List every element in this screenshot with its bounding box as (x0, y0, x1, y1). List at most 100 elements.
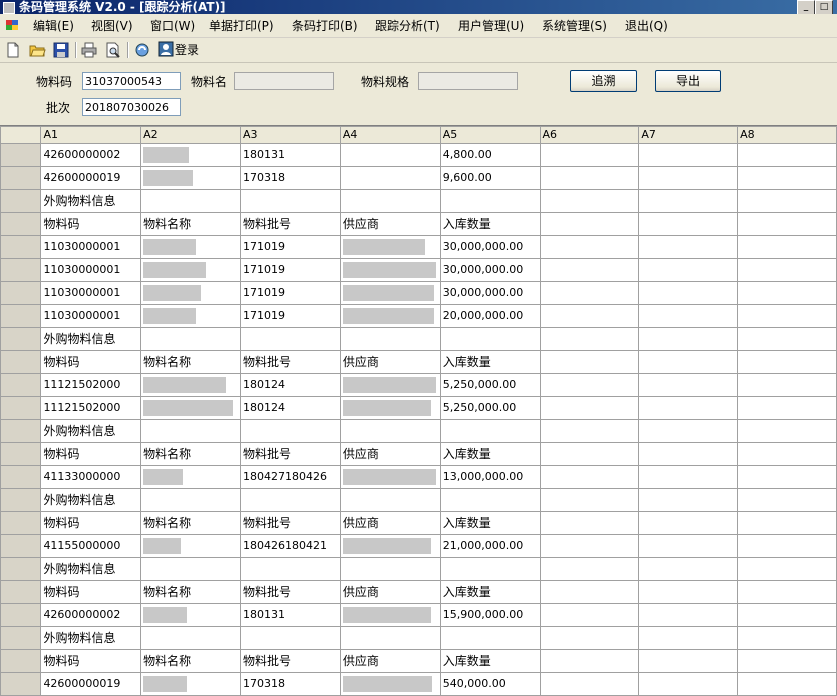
cell-a5[interactable] (439, 488, 541, 512)
cell-a5[interactable]: 入库数量 (439, 580, 541, 604)
cell-a4[interactable] (339, 557, 441, 581)
cell-a6[interactable] (539, 488, 640, 512)
table-row[interactable]: 42600000002 180131 4,800.00 (0, 143, 837, 167)
table-row[interactable]: 42600000019 170318 540,000.00 (0, 672, 837, 696)
cell-a4[interactable]: 供应商 (339, 350, 441, 374)
cell-a1[interactable]: 42600000002 (40, 603, 142, 627)
cell-a3[interactable]: 180427180426 (240, 465, 341, 489)
grid-corner-cell[interactable] (0, 126, 42, 144)
cell-a4[interactable] (339, 143, 441, 167)
row-header-cell[interactable] (0, 189, 42, 213)
cell-a1[interactable]: 外购物料信息 (40, 626, 142, 650)
cell-a1[interactable]: 外购物料信息 (40, 189, 142, 213)
cell-a3[interactable]: 物料批号 (240, 442, 341, 466)
cell-a7[interactable] (638, 419, 739, 443)
cell-a5[interactable]: 入库数量 (439, 649, 541, 673)
cell-a7[interactable] (638, 373, 739, 397)
table-subheader-row[interactable]: 物料码 物料名称 物料批号 供应商 入库数量 (0, 350, 837, 374)
cell-a1[interactable]: 外购物料信息 (40, 327, 142, 351)
cell-a8[interactable] (737, 235, 837, 259)
cell-a5[interactable]: 入库数量 (439, 442, 541, 466)
cell-a7[interactable] (638, 166, 739, 190)
cell-a5[interactable]: 入库数量 (439, 511, 541, 535)
table-subheader-row[interactable]: 物料码 物料名称 物料批号 供应商 入库数量 (0, 442, 837, 466)
cell-a3[interactable] (240, 327, 341, 351)
row-header-cell[interactable] (0, 649, 42, 673)
cell-a7[interactable] (638, 465, 739, 489)
cell-a2[interactable] (140, 189, 242, 213)
table-subheader-row[interactable]: 物料码 物料名称 物料批号 供应商 入库数量 (0, 511, 837, 535)
cell-a6[interactable] (539, 166, 640, 190)
new-file-icon[interactable] (4, 41, 22, 59)
cell-a7[interactable] (638, 557, 739, 581)
cell-a2[interactable] (140, 327, 242, 351)
cell-a3[interactable] (240, 557, 341, 581)
cell-a4[interactable] (339, 396, 441, 420)
login-button[interactable]: 登录 (158, 41, 199, 59)
cell-a3[interactable]: 物料批号 (240, 649, 341, 673)
column-header-a6[interactable]: A6 (539, 126, 640, 144)
cell-a6[interactable] (539, 672, 640, 696)
cell-a1[interactable]: 42600000002 (40, 143, 142, 167)
cell-a1[interactable]: 41133000000 (40, 465, 142, 489)
material-code-input[interactable] (82, 72, 181, 90)
cell-a8[interactable] (737, 580, 837, 604)
cell-a3[interactable]: 180131 (240, 603, 341, 627)
cell-a2[interactable] (140, 672, 242, 696)
row-header-cell[interactable] (0, 373, 42, 397)
row-header-cell[interactable] (0, 557, 42, 581)
row-header-cell[interactable] (0, 603, 42, 627)
cell-a7[interactable] (638, 189, 739, 213)
cell-a3[interactable]: 170318 (240, 672, 341, 696)
table-section-row[interactable]: 外购物料信息 (0, 488, 837, 512)
table-section-row[interactable]: 外购物料信息 (0, 557, 837, 581)
cell-a6[interactable] (539, 534, 640, 558)
print-preview-icon[interactable] (104, 41, 122, 59)
cell-a1[interactable]: 11030000001 (40, 235, 142, 259)
cell-a6[interactable] (539, 327, 640, 351)
row-header-cell[interactable] (0, 465, 42, 489)
cell-a6[interactable] (539, 143, 640, 167)
cell-a4[interactable] (339, 166, 441, 190)
table-row[interactable]: 11121502000 180124 5,250,000.00 (0, 373, 837, 397)
cell-a3[interactable]: 物料批号 (240, 580, 341, 604)
cell-a5[interactable]: 21,000,000.00 (439, 534, 541, 558)
cell-a7[interactable] (638, 649, 739, 673)
row-header-cell[interactable] (0, 258, 42, 282)
menu-view[interactable]: 视图(V) (91, 18, 133, 34)
cell-a7[interactable] (638, 350, 739, 374)
cell-a6[interactable] (539, 465, 640, 489)
table-subheader-row[interactable]: 物料码 物料名称 物料批号 供应商 入库数量 (0, 649, 837, 673)
cell-a1[interactable]: 物料码 (40, 350, 142, 374)
cell-a2[interactable] (140, 166, 242, 190)
cell-a8[interactable] (737, 396, 837, 420)
cell-a8[interactable] (737, 649, 837, 673)
cell-a3[interactable]: 171019 (240, 235, 341, 259)
row-header-cell[interactable] (0, 672, 42, 696)
cell-a7[interactable] (638, 396, 739, 420)
batch-input[interactable] (82, 98, 181, 116)
cell-a1[interactable]: 42600000019 (40, 166, 142, 190)
row-header-cell[interactable] (0, 281, 42, 305)
cell-a6[interactable] (539, 557, 640, 581)
column-header-a2[interactable]: A2 (140, 126, 242, 144)
cell-a2[interactable]: 物料名称 (140, 212, 242, 236)
menu-document-print[interactable]: 单据打印(P) (209, 18, 274, 34)
cell-a8[interactable] (737, 166, 837, 190)
column-header-a7[interactable]: A7 (638, 126, 739, 144)
cell-a5[interactable]: 入库数量 (439, 212, 541, 236)
cell-a1[interactable]: 11030000001 (40, 258, 142, 282)
cell-a1[interactable]: 物料码 (40, 511, 142, 535)
cell-a3[interactable]: 180124 (240, 396, 341, 420)
cell-a4[interactable] (339, 419, 441, 443)
cell-a5[interactable] (439, 557, 541, 581)
cell-a6[interactable] (539, 281, 640, 305)
cell-a2[interactable] (140, 235, 242, 259)
cell-a6[interactable] (539, 258, 640, 282)
cell-a8[interactable] (737, 557, 837, 581)
table-row[interactable]: 41155000000 180426180421 21,000,000.00 (0, 534, 837, 558)
cell-a8[interactable] (737, 258, 837, 282)
cell-a4[interactable] (339, 373, 441, 397)
cell-a2[interactable] (140, 304, 242, 328)
row-header-cell[interactable] (0, 396, 42, 420)
